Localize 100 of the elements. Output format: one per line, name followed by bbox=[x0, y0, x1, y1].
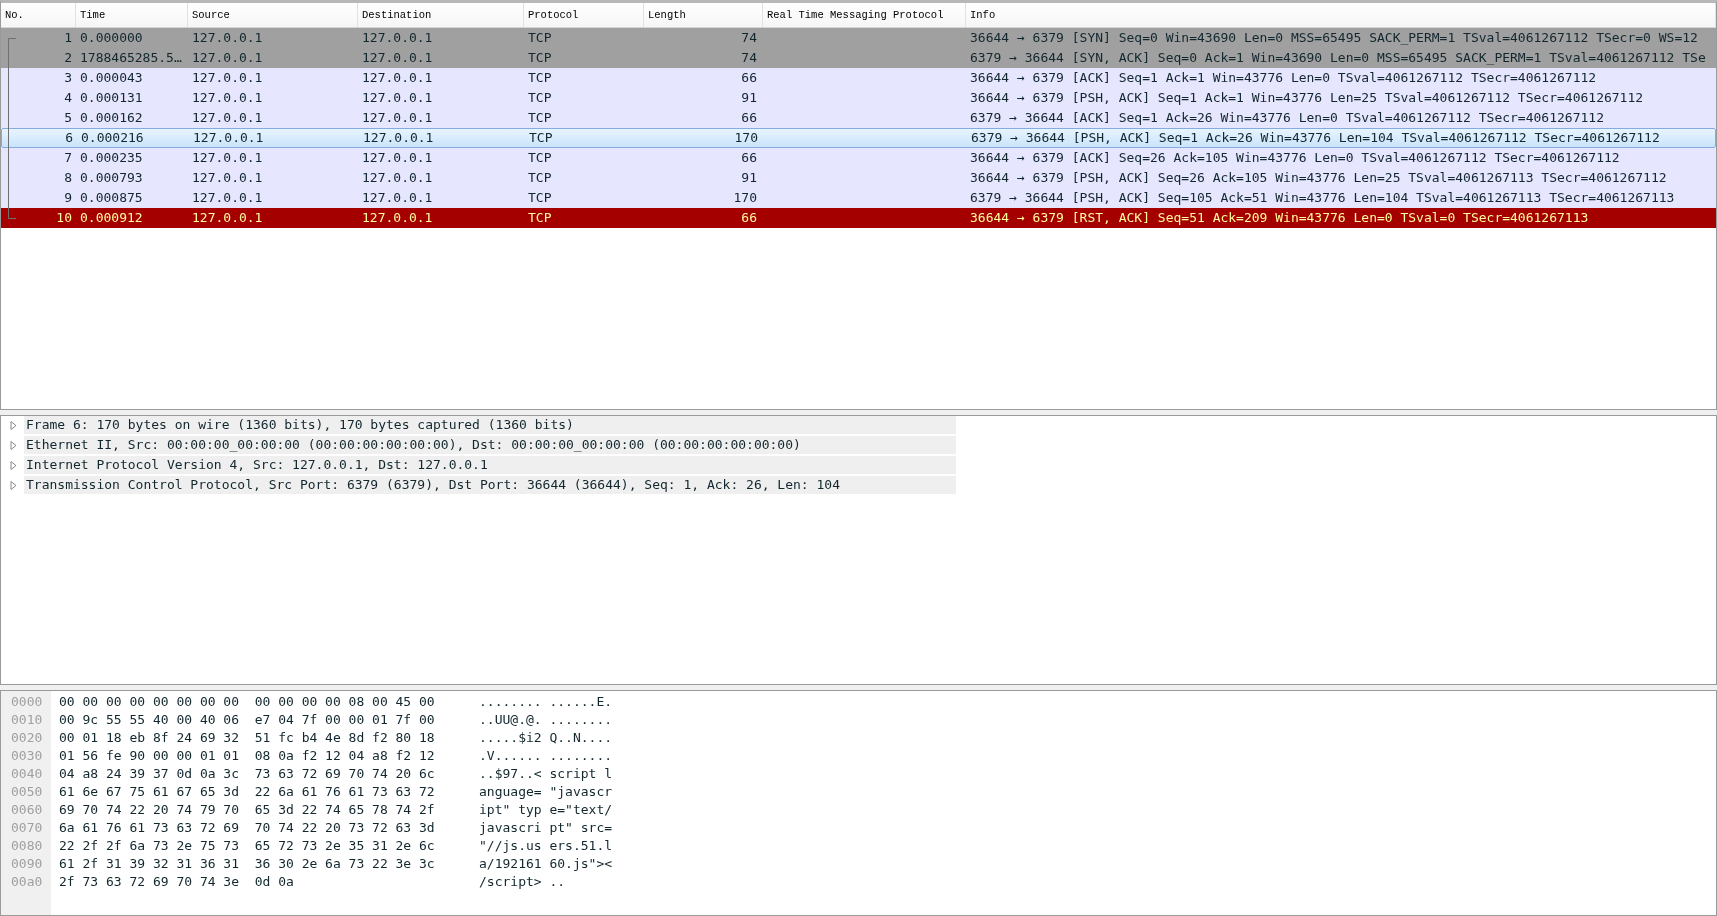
table-cell: 9 bbox=[64, 190, 72, 205]
tree-item[interactable]: Ethernet II, Src: 00:00:00_00:00:00 (00:00:00:00:00:00), Dst: 00:00:00_00:00:00 (00:00:00:00:00:00) bbox=[24, 436, 956, 454]
ascii-text: javascri pt" src= bbox=[479, 819, 613, 837]
column-header[interactable]: Length bbox=[644, 3, 763, 27]
hex-bytes: 01 56 fe 90 00 00 01 01 08 0a f2 12 04 a8 f2 12 bbox=[59, 747, 436, 765]
offset-label: 0080 bbox=[10, 837, 44, 855]
column-header[interactable]: Time bbox=[76, 3, 188, 27]
packet-row[interactable]: 4 0.000131 127.0.0.1 127.0.0.1 TCP 91 36644 → 6379 [PSH, ACK] Seq=1 Ack=1 Win=43776 Len=25 TSval=4061267112 TSecr=4061267112 bbox=[1, 88, 1716, 108]
table-cell: 0.000216 bbox=[81, 130, 144, 145]
expand-triangle-icon[interactable] bbox=[10, 460, 17, 470]
table-cell: 127.0.0.1 bbox=[362, 170, 433, 185]
offset-label: 0030 bbox=[10, 747, 44, 765]
table-cell: TCP bbox=[528, 190, 552, 205]
table-cell: 36644 → 6379 [ACK] Seq=26 Ack=105 Win=43776 Len=0 TSval=4061267112 TSecr=4061267112 bbox=[970, 150, 1620, 165]
table-cell: 127.0.0.1 bbox=[362, 30, 433, 45]
column-header[interactable]: Destination bbox=[358, 3, 524, 27]
packet-row[interactable]: 2 1788465285.5… 127.0.0.1 127.0.0.1 TCP 74 6379 → 36644 [SYN, ACK] Seq=0 Ack=1 Win=43690 Len=0 MSS=65495 SACK_PERM=1 TSval=4061267112 TSe bbox=[1, 48, 1716, 68]
table-cell: 127.0.0.1 bbox=[192, 210, 263, 225]
table-cell: 66 bbox=[741, 150, 757, 165]
table-cell: TCP bbox=[528, 90, 552, 105]
table-cell: 6379 → 36644 [ACK] Seq=1 Ack=26 Win=43776 Len=0 TSval=4061267112 TSecr=4061267112 bbox=[970, 110, 1604, 125]
table-cell: 170 bbox=[733, 190, 757, 205]
tree-item[interactable]: Frame 6: 170 bytes on wire (1360 bits), 170 bytes captured (1360 bits) bbox=[24, 416, 956, 434]
table-cell: 0.000162 bbox=[80, 110, 143, 125]
hex-bytes: 00 9c 55 55 40 00 40 06 e7 04 7f 00 00 01 7f 00 bbox=[59, 711, 436, 729]
hex-bytes: 2f 73 63 72 69 70 74 3e 0d 0a bbox=[59, 873, 295, 891]
table-cell: 127.0.0.1 bbox=[362, 70, 433, 85]
expand-triangle-icon[interactable] bbox=[10, 440, 17, 450]
packet-row[interactable]: 10 0.000912 127.0.0.1 127.0.0.1 TCP 66 36644 → 6379 [RST, ACK] Seq=51 Ack=209 Win=43776 Len=0 TSval=0 TSecr=4061267113 bbox=[1, 208, 1716, 228]
column-header[interactable]: Protocol bbox=[524, 3, 644, 27]
hex-bytes: 00 00 00 00 00 00 00 00 00 00 00 00 08 00 45 00 bbox=[59, 693, 436, 711]
table-cell: 3 bbox=[64, 70, 72, 85]
table-cell: 0.000235 bbox=[80, 150, 143, 165]
table-cell: 0.000793 bbox=[80, 170, 143, 185]
table-cell: 1 bbox=[64, 30, 72, 45]
table-cell: 127.0.0.1 bbox=[192, 50, 263, 65]
hex-bytes: 61 2f 31 39 32 31 36 31 36 30 2e 6a 73 22 3e 3c bbox=[59, 855, 436, 873]
table-cell: 127.0.0.1 bbox=[192, 150, 263, 165]
table-cell: 6 bbox=[65, 130, 73, 145]
table-cell: 127.0.0.1 bbox=[192, 110, 263, 125]
table-cell: 170 bbox=[734, 130, 758, 145]
table-cell: TCP bbox=[528, 30, 552, 45]
table-cell: 1788465285.5… bbox=[80, 50, 182, 65]
table-cell: 4 bbox=[64, 90, 72, 105]
table-cell: 8 bbox=[64, 170, 72, 185]
table-cell: 6379 → 36644 [SYN, ACK] Seq=0 Ack=1 Win=43690 Len=0 MSS=65495 SACK_PERM=1 TSval=4061267112 TSe bbox=[970, 50, 1706, 65]
packet-row[interactable]: 9 0.000875 127.0.0.1 127.0.0.1 TCP 170 6379 → 36644 [PSH, ACK] Seq=105 Ack=51 Win=43776 Len=104 TSval=4061267113 TSecr=4061267113 bbox=[1, 188, 1716, 208]
hex-bytes: 61 6e 67 75 61 67 65 3d 22 6a 61 76 61 73 63 72 bbox=[59, 783, 436, 801]
table-cell: 127.0.0.1 bbox=[192, 70, 263, 85]
offset-label: 0020 bbox=[10, 729, 44, 747]
table-cell: TCP bbox=[528, 50, 552, 65]
tree-item[interactable]: Internet Protocol Version 4, Src: 127.0.0.1, Dst: 127.0.0.1 bbox=[24, 456, 956, 474]
table-cell: 66 bbox=[741, 210, 757, 225]
packet-row[interactable]: 6 0.000216 127.0.0.1 127.0.0.1 TCP 170 6379 → 36644 [PSH, ACK] Seq=1 Ack=26 Win=43776 Len=104 TSval=4061267112 TSecr=4061267112 bbox=[1, 128, 1716, 148]
table-cell: 10 bbox=[56, 210, 72, 225]
table-cell: 127.0.0.1 bbox=[362, 190, 433, 205]
ascii-text: /script> .. bbox=[479, 873, 566, 891]
packet-row[interactable]: 3 0.000043 127.0.0.1 127.0.0.1 TCP 66 36644 → 6379 [ACK] Seq=1 Ack=1 Win=43776 Len=0 TSval=4061267112 TSecr=4061267112 bbox=[1, 68, 1716, 88]
expand-triangle-icon[interactable] bbox=[10, 480, 17, 490]
table-cell: 74 bbox=[741, 50, 757, 65]
table-cell: TCP bbox=[528, 110, 552, 125]
table-cell: 5 bbox=[64, 110, 72, 125]
ascii-text: "//js.us ers.51.l bbox=[479, 837, 613, 855]
table-cell: TCP bbox=[528, 210, 552, 225]
expand-triangle-icon[interactable] bbox=[10, 420, 17, 430]
table-cell: 0.000875 bbox=[80, 190, 143, 205]
column-header[interactable]: No. bbox=[1, 3, 76, 27]
table-cell: TCP bbox=[528, 70, 552, 85]
column-header[interactable]: Source bbox=[188, 3, 358, 27]
table-cell: 127.0.0.1 bbox=[192, 190, 263, 205]
table-cell: 127.0.0.1 bbox=[363, 130, 434, 145]
ascii-text: a/192161 60.js">< bbox=[479, 855, 613, 873]
offset-label: 0050 bbox=[10, 783, 44, 801]
column-header[interactable]: Real Time Messaging Protocol bbox=[763, 3, 966, 27]
ascii-text: .V...... ........ bbox=[479, 747, 613, 765]
table-cell: 127.0.0.1 bbox=[362, 50, 433, 65]
table-cell: 127.0.0.1 bbox=[192, 30, 263, 45]
table-cell: 36644 → 6379 [PSH, ACK] Seq=26 Ack=105 Win=43776 Len=25 TSval=4061267113 TSecr=4061267112 bbox=[970, 170, 1667, 185]
offset-label: 0040 bbox=[10, 765, 44, 783]
table-cell: 66 bbox=[741, 70, 757, 85]
hex-bytes: 00 01 18 eb 8f 24 69 32 51 fc b4 4e 8d f2 80 18 bbox=[59, 729, 436, 747]
ascii-text: anguage= "javascr bbox=[479, 783, 613, 801]
ascii-text: ..$97..< script l bbox=[479, 765, 613, 783]
column-header[interactable]: Info bbox=[966, 3, 1716, 27]
hex-bytes: 6a 61 76 61 73 63 72 69 70 74 22 20 73 72 63 3d bbox=[59, 819, 436, 837]
table-cell: 0.000043 bbox=[80, 70, 143, 85]
table-cell: 66 bbox=[741, 110, 757, 125]
tree-item[interactable]: Transmission Control Protocol, Src Port: 6379 (6379), Dst Port: 36644 (36644), Seq: 1, Ack: 26, Len: 104 bbox=[24, 476, 956, 494]
packet-row[interactable]: 8 0.000793 127.0.0.1 127.0.0.1 TCP 91 36644 → 6379 [PSH, ACK] Seq=26 Ack=105 Win=43776 Len=25 TSval=4061267113 TSecr=4061267112 bbox=[1, 168, 1716, 188]
table-cell: 127.0.0.1 bbox=[192, 170, 263, 185]
table-cell: 127.0.0.1 bbox=[362, 210, 433, 225]
table-cell: 36644 → 6379 [ACK] Seq=1 Ack=1 Win=43776 Len=0 TSval=4061267112 TSecr=4061267112 bbox=[970, 70, 1597, 85]
table-cell: 127.0.0.1 bbox=[362, 110, 433, 125]
table-cell: 0.000000 bbox=[80, 30, 143, 45]
packet-row[interactable]: 1 0.000000 127.0.0.1 127.0.0.1 TCP 74 36644 → 6379 [SYN] Seq=0 Win=43690 Len=0 MSS=65495 SACK_PERM=1 TSval=4061267112 TSecr=0 WS=12 bbox=[1, 28, 1716, 48]
offset-label: 0000 bbox=[10, 693, 44, 711]
packet-row[interactable]: 7 0.000235 127.0.0.1 127.0.0.1 TCP 66 36644 → 6379 [ACK] Seq=26 Ack=105 Win=43776 Len=0 TSval=4061267112 TSecr=4061267112 bbox=[1, 148, 1716, 168]
table-cell: 7 bbox=[64, 150, 72, 165]
table-cell: 36644 → 6379 [SYN] Seq=0 Win=43690 Len=0 MSS=65495 SACK_PERM=1 TSval=4061267112 TSecr=0 WS=12 bbox=[970, 30, 1698, 45]
packet-row[interactable]: 5 0.000162 127.0.0.1 127.0.0.1 TCP 66 6379 → 36644 [ACK] Seq=1 Ack=26 Win=43776 Len=0 TSval=4061267112 TSecr=4061267112 bbox=[1, 108, 1716, 128]
